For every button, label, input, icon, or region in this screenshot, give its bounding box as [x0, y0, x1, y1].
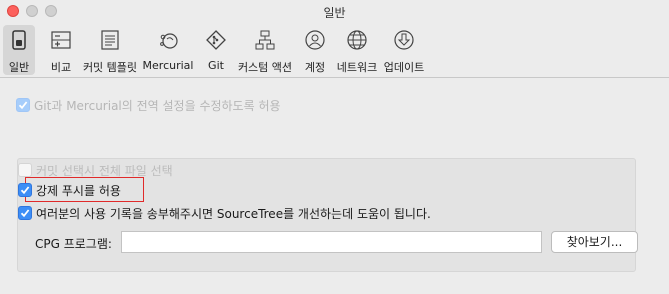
update-download-icon	[394, 30, 414, 50]
checkbox-label: Git과 Mercurial의 전역 설정을 수정하도록 허용	[34, 99, 281, 113]
tab-network[interactable]: 네트워크	[336, 25, 378, 75]
checkbox[interactable]	[18, 163, 32, 177]
cpg-program-input[interactable]	[121, 231, 542, 253]
mercurial-icon	[160, 33, 178, 49]
general-switch-icon	[12, 30, 26, 50]
tab-label: 네트워크	[336, 61, 378, 74]
tab-label: 업데이트	[383, 61, 425, 74]
checkmark-icon	[20, 186, 30, 195]
checkbox[interactable]	[16, 98, 30, 112]
tab-mercurial[interactable]: Mercurial	[141, 25, 195, 75]
tab-general[interactable]: 일반	[3, 25, 35, 75]
tab-update[interactable]: 업데이트	[383, 25, 425, 75]
tab-label: 계정	[304, 61, 326, 74]
checkbox-label: 강제 푸시를 허용	[36, 184, 121, 198]
tab-compare[interactable]: 비교	[45, 25, 77, 75]
tab-label: 일반	[8, 61, 30, 74]
window-title: 일반	[323, 6, 346, 20]
checkbox[interactable]	[18, 183, 32, 197]
checkbox-label: 여러분의 사용 기록을 송부해주시면 SourceTree를 개선하는데 도움이…	[36, 207, 431, 221]
tab-label: 커밋 템플릿	[82, 61, 138, 74]
tab-label: Git	[208, 59, 224, 72]
tab-git[interactable]: Git	[201, 25, 231, 75]
checkmark-icon	[18, 101, 28, 110]
tab-commit-template[interactable]: 커밋 템플릿	[82, 25, 138, 75]
tab-accounts[interactable]: 계정	[299, 25, 331, 75]
tab-label: 커스텀 액션	[237, 61, 293, 74]
checkbox[interactable]	[18, 206, 32, 220]
custom-actions-icon	[255, 30, 275, 50]
tab-custom-actions[interactable]: 커스텀 액션	[236, 25, 294, 75]
commit-template-icon	[101, 30, 119, 50]
browse-button[interactable]: 찾아보기...	[551, 231, 638, 253]
checkmark-icon	[20, 209, 30, 218]
tab-label: 비교	[50, 61, 72, 74]
tab-label: Mercurial	[142, 59, 194, 72]
git-icon	[206, 30, 226, 50]
network-globe-icon	[347, 30, 367, 50]
preferences-toolbar: 일반 비교 커밋 템플릿 Mercurial Git 커스텀 액션 계정 네트워…	[0, 22, 669, 78]
compare-icon	[51, 31, 71, 49]
title-bar: 일반	[0, 0, 669, 22]
account-icon	[305, 30, 325, 50]
cpg-program-label: CPG 프로그램:	[35, 237, 112, 251]
